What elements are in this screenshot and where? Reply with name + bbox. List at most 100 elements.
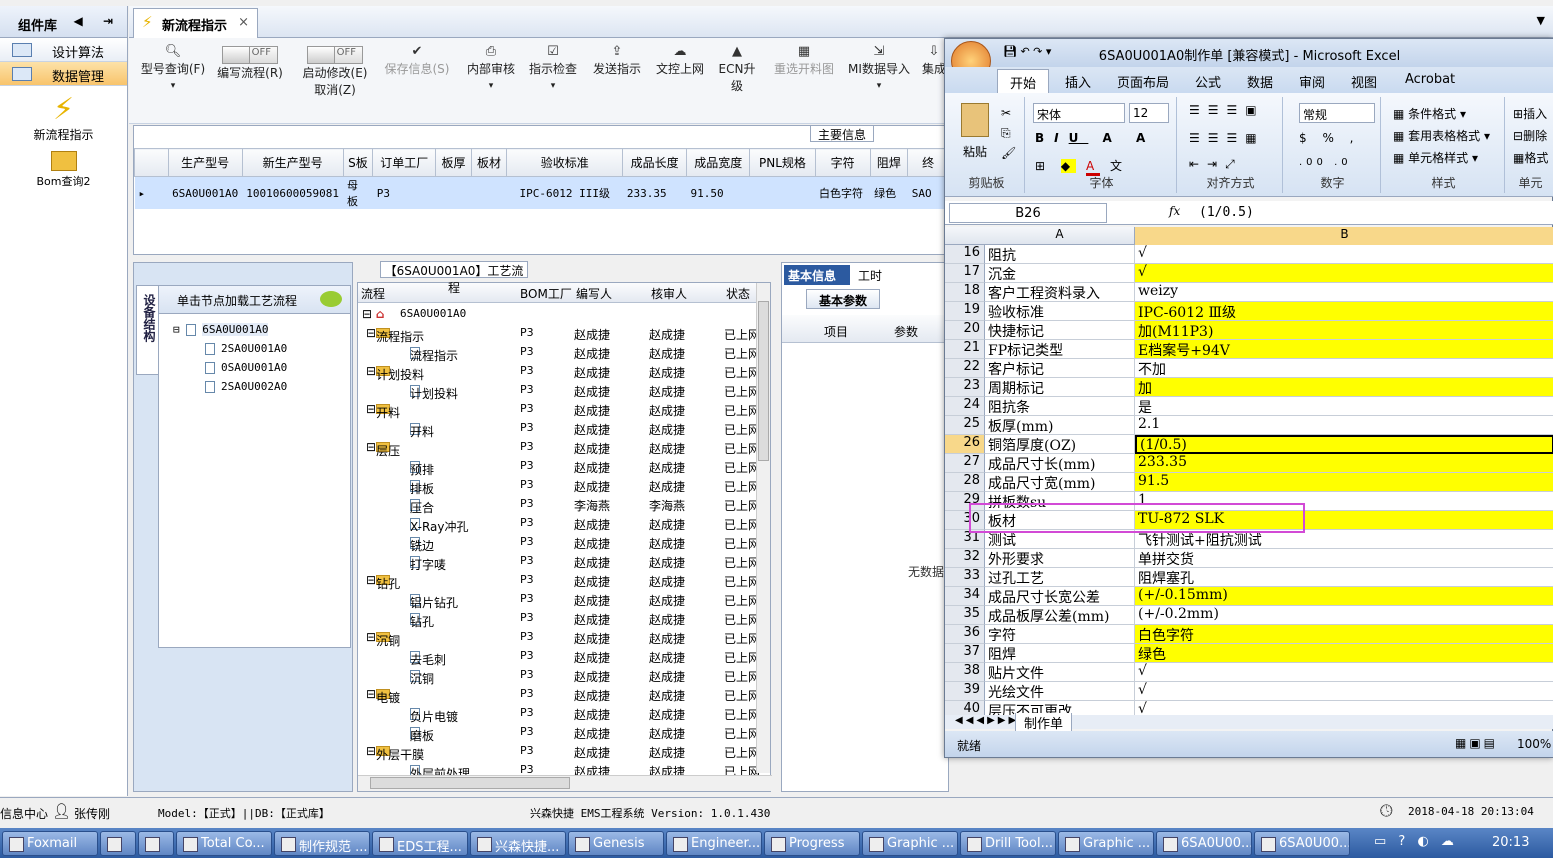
tab-new-process[interactable]: ⚡ 新流程指示 × [133, 8, 258, 38]
row-number[interactable]: 19 [945, 302, 985, 321]
number-format-select[interactable]: 常规 [1299, 103, 1375, 123]
column-header[interactable]: 板材 [470, 148, 508, 177]
decimal-buttons[interactable]: .00 .0 [1299, 157, 1352, 168]
row-number[interactable]: 18 [945, 283, 985, 302]
sheet-row[interactable]: 36 字符 白色字符 [945, 625, 1553, 644]
column-header[interactable]: S板 [342, 148, 374, 177]
sheet-row[interactable]: 24 阻抗条是 [945, 397, 1553, 416]
cell-a[interactable]: 阻抗 [985, 245, 1135, 264]
process-row[interactable]: ⊟ 沉铜 P3 赵成捷 赵成捷 已上网 [358, 628, 760, 648]
cell-b[interactable]: weizy [1135, 283, 1553, 302]
sheet-row[interactable]: 23 周期标记加 [945, 378, 1553, 397]
cell-b[interactable]: E档案号+94V [1135, 340, 1553, 359]
taskbar-item[interactable]: EDS工程... [372, 831, 468, 856]
process-row[interactable]: ⊟ 层压 P3 赵成捷 赵成捷 已上网 [358, 438, 760, 458]
column-header[interactable]: 流程 [361, 285, 385, 302]
cell-b[interactable]: 阻焊塞孔 [1135, 568, 1553, 587]
sheet-row[interactable]: 17 沉金 √ [945, 264, 1553, 283]
process-root-row[interactable]: ⊟ ⌂ 6SA0U001A0 [358, 305, 758, 324]
cell-b[interactable]: 加(M11P3) [1135, 321, 1553, 340]
taskbar-item[interactable]: Drill Tool... [960, 831, 1056, 856]
cell-a[interactable]: 成品板厚公差(mm) [985, 606, 1135, 625]
taskbar-item[interactable] [138, 831, 174, 856]
row-number[interactable]: 20 [945, 321, 985, 340]
cell-b[interactable]: √ [1135, 682, 1553, 701]
tree-node[interactable]: ⊟ 6SA0U001A0 [173, 320, 287, 339]
new-process-launcher[interactable]: ⚡ 新流程指示 [0, 94, 127, 143]
table-cell[interactable]: 6SA0U001A0 [168, 177, 242, 210]
process-row[interactable]: 沉铜 P3 赵成捷 赵成捷 已上网 [358, 666, 760, 686]
sheet-row[interactable]: 21 FP标记类型 E档案号+94V [945, 340, 1553, 359]
taskbar-item[interactable]: Total Co... [176, 831, 272, 856]
format-cells-button[interactable]: ▦格式 [1513, 147, 1548, 169]
column-header[interactable]: 新生产型号 [241, 148, 344, 177]
column-header[interactable]: 成品长度 [622, 148, 687, 177]
cell-b[interactable]: (+/-0.2mm) [1135, 606, 1553, 625]
cell-a[interactable]: 验收标准 [985, 302, 1135, 321]
cell-b[interactable]: √ [1135, 245, 1553, 264]
cell-b[interactable]: 白色字符 [1135, 625, 1553, 644]
horizontal-scrollbar[interactable] [358, 775, 772, 791]
start-modify-toggle[interactable]: OFF 启动修改(E) 取消(Z) [299, 44, 371, 98]
row-number[interactable]: 27 [945, 454, 985, 473]
tree-node[interactable]: 2SA0U001A0 [173, 339, 287, 358]
cell-a[interactable]: 周期标记 [985, 378, 1135, 397]
cell-b[interactable]: 绿色 [1135, 644, 1553, 663]
process-row[interactable]: ⊟ 开料 P3 赵成捷 赵成捷 已上网 [358, 400, 760, 420]
cell-a[interactable]: 阻抗条 [985, 397, 1135, 416]
taskbar-item[interactable]: Engineer... [666, 831, 762, 856]
tab-acrobat[interactable]: Acrobat [1405, 72, 1455, 87]
tree-node[interactable]: 2SA0U002A0 [173, 377, 287, 396]
process-row[interactable]: 压合 P3 李海燕 李海燕 已上网 [358, 495, 760, 515]
tab-basic-params[interactable]: 基本参数 [806, 289, 880, 309]
process-row[interactable]: ⊟ 计划投料 P3 赵成捷 赵成捷 已上网 [358, 362, 760, 382]
cell-b[interactable]: 单拼交货 [1135, 549, 1553, 568]
table-cell[interactable]: 白色字符 [815, 177, 870, 210]
cell-a[interactable]: 成品尺寸长宽公差 [985, 587, 1135, 606]
sheet-row[interactable]: 28 成品尺寸宽(mm) 91.5 [945, 473, 1553, 492]
save-info-button[interactable]: ✔ 保存信息(S) [383, 44, 451, 77]
indent-buttons[interactable]: ⇤⇥⤢ [1189, 157, 1243, 172]
cell-a[interactable]: 外形要求 [985, 549, 1135, 568]
delete-cells-button[interactable]: ⊟删除 [1513, 125, 1548, 147]
sidebar-item-data-management[interactable]: 数据管理 [0, 62, 127, 86]
doc-upload-button[interactable]: ☁ 文控上网 [653, 44, 707, 77]
table-cell[interactable]: 母板 [343, 177, 373, 210]
tab-review[interactable]: 审阅 [1299, 72, 1325, 91]
table-cell[interactable]: 91.50 [686, 177, 749, 210]
column-header[interactable]: 项目 [824, 323, 848, 340]
sheet-tab[interactable]: 制作单 [1015, 713, 1073, 733]
cell-a[interactable]: 成品尺寸长(mm) [985, 454, 1135, 473]
cell-a[interactable]: 贴片文件 [985, 663, 1135, 682]
tab-view[interactable]: 视图 [1351, 72, 1377, 91]
cell-a[interactable]: 客户工程资料录入 [985, 283, 1135, 302]
process-row[interactable]: 磨板 P3 赵成捷 赵成捷 已上网 [358, 723, 760, 743]
model-query-button[interactable]: 🔍︎ 型号查询(F) ▾ [135, 44, 211, 91]
quick-access-icons[interactable]: 💾︎ ↶ ↷ ▾ [1003, 45, 1051, 58]
sidebar-nav-icons[interactable]: ◀ ⇥ [74, 14, 121, 28]
toggle-off[interactable]: OFF [307, 46, 363, 64]
taskbar-item[interactable]: 6SA0U00... [1254, 831, 1350, 856]
function-icon[interactable]: fx [1169, 204, 1180, 218]
column-header[interactable]: 生产型号 [167, 148, 243, 177]
process-row[interactable]: 去毛刺 P3 赵成捷 赵成捷 已上网 [358, 647, 760, 667]
row-number[interactable]: 23 [945, 378, 985, 397]
sheet-row[interactable]: 33 过孔工艺 阻焊塞孔 [945, 568, 1553, 587]
cell-b[interactable]: 233.35 [1135, 454, 1553, 473]
process-row[interactable]: 开料 P3 赵成捷 赵成捷 已上网 [358, 419, 760, 439]
cell-b[interactable]: IPC-6012 Ⅲ级 [1135, 302, 1553, 321]
column-header[interactable]: 验收标准 [506, 148, 624, 177]
font-select[interactable]: 宋体 [1033, 103, 1125, 123]
table-format-button[interactable]: ▦ 套用表格格式 ▾ [1393, 125, 1490, 147]
taskbar-item[interactable]: Foxmail [2, 831, 98, 856]
table-cell[interactable]: 绿色 [870, 177, 908, 210]
taskbar-item[interactable] [100, 831, 136, 856]
cell-b[interactable]: (1/0.5) [1135, 435, 1553, 454]
table-cell[interactable]: 10010600059081 [242, 177, 343, 210]
row-number[interactable]: 36 [945, 625, 985, 644]
write-process-toggle[interactable]: OFF 编写流程(R) [215, 44, 285, 81]
tab-formulas[interactable]: 公式 [1195, 72, 1221, 91]
cell-a[interactable]: FP标记类型 [985, 340, 1135, 359]
tab-basic-info[interactable]: 基本信息 [784, 265, 850, 285]
cell-b[interactable]: 2.1 [1135, 416, 1553, 435]
